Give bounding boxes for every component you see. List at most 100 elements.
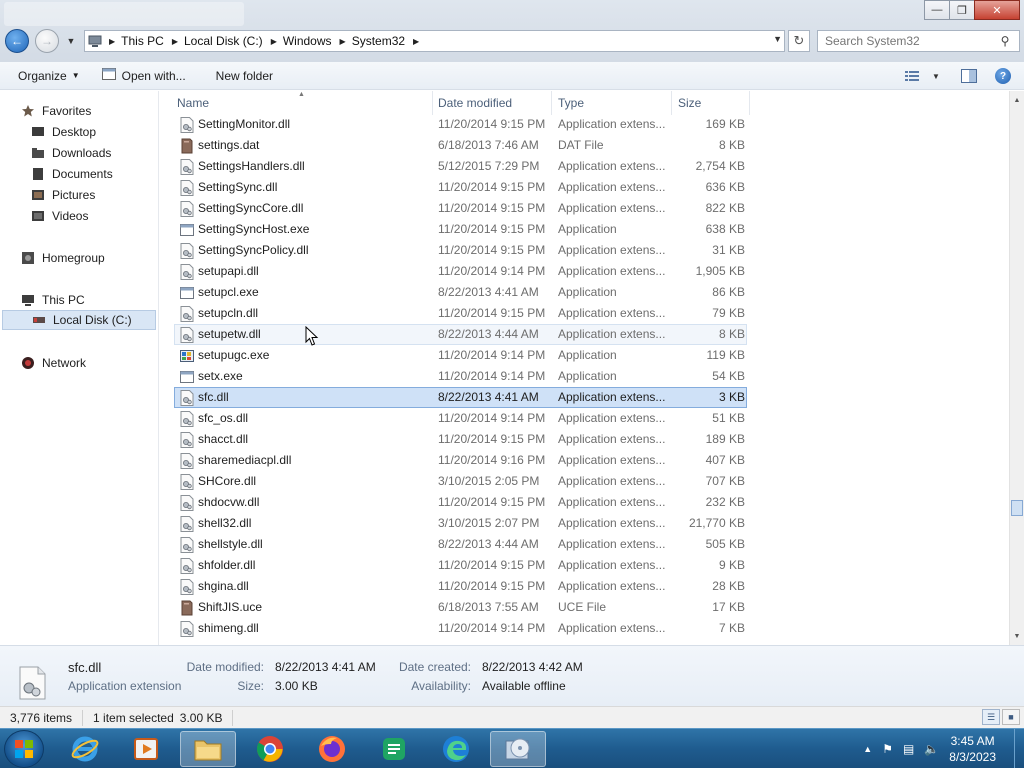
breadcrumb-system32[interactable]: ▶ System32 <box>336 31 410 51</box>
search-box[interactable]: ⚲ <box>817 30 1020 52</box>
scroll-up-icon[interactable]: ▲ <box>1010 93 1024 107</box>
view-toggle: ☰ ■ <box>980 709 1020 725</box>
table-row[interactable]: sfc_os.dll 11/20/2014 9:14 PM Application … <box>174 408 747 429</box>
scroll-down-icon[interactable]: ▼ <box>1010 629 1024 643</box>
dll-file-icon <box>180 432 194 448</box>
breadcrumb-windows[interactable]: ▶ Windows <box>267 31 336 51</box>
taskbar-chrome[interactable] <box>242 731 298 767</box>
maximize-button[interactable]: ❐ <box>949 0 975 20</box>
nav-this-pc[interactable]: This PC <box>20 290 85 310</box>
taskbar-firefox[interactable] <box>304 731 360 767</box>
minimize-button[interactable]: — <box>924 0 950 20</box>
table-row[interactable]: shgina.dll 11/20/2014 9:15 PM Application … <box>174 576 747 597</box>
table-row[interactable]: SettingMonitor.dll 11/20/2014 9:15 PM Appl… <box>174 114 747 135</box>
nav-network[interactable]: Network <box>20 353 86 373</box>
table-row[interactable]: setupapi.dll 11/20/2014 9:14 PM Applicatio… <box>174 261 747 282</box>
nav-homegroup[interactable]: Homegroup <box>20 248 105 268</box>
nav-favorites[interactable]: Favorites <box>20 101 91 121</box>
drive-icon <box>31 313 47 327</box>
close-button[interactable]: ✕ <box>974 0 1020 20</box>
chevron-down-icon: ▼ <box>932 71 940 81</box>
show-desktop-button[interactable] <box>1014 729 1024 768</box>
nav-local-disk[interactable]: Local Disk (C:) <box>2 310 156 330</box>
nav-label: This PC <box>42 293 85 307</box>
clock[interactable]: 3:45 AM 8/3/2023 <box>949 733 996 765</box>
table-row[interactable]: shimeng.dll 11/20/2014 9:14 PM Application… <box>174 618 747 639</box>
table-row[interactable]: sfc.dll 8/22/2013 4:41 AM Application exte… <box>174 387 747 408</box>
file-type: Application extens... <box>558 579 666 593</box>
change-view-button[interactable] <box>898 64 928 88</box>
preview-pane-button[interactable] <box>954 64 984 88</box>
new-folder-button[interactable]: New folder <box>194 63 281 89</box>
column-header-type[interactable]: Type <box>552 91 672 115</box>
open-with-button[interactable]: Open with... <box>88 63 194 89</box>
dll-file-icon <box>180 411 194 427</box>
table-row[interactable]: settings.dat 6/18/2013 7:46 AM DAT File 8 K… <box>174 135 747 156</box>
file-date-modified: 6/18/2013 7:46 AM <box>438 138 539 152</box>
table-row[interactable]: SHCore.dll 3/10/2015 2:05 PM Application e… <box>174 471 747 492</box>
taskbar-internet-explorer[interactable] <box>57 731 113 767</box>
column-header-size[interactable]: Size <box>672 91 750 115</box>
details-view-button[interactable]: ☰ <box>982 709 1000 725</box>
table-row[interactable]: shacct.dll 11/20/2014 9:15 PM Application … <box>174 429 747 450</box>
table-row[interactable]: setupetw.dll 8/22/2013 4:44 AM Application… <box>174 324 747 345</box>
help-button[interactable]: ? <box>988 64 1018 88</box>
organize-menu[interactable]: Organize ▼ <box>0 63 88 89</box>
nav-downloads[interactable]: Downloads <box>30 143 111 163</box>
search-icon[interactable]: ⚲ <box>994 34 1016 48</box>
view-options-dropdown[interactable]: ▼ <box>928 64 944 88</box>
network-status-icon[interactable]: ▤ <box>903 742 914 756</box>
taskbar-media-player[interactable] <box>118 731 174 767</box>
column-headers: Name ▲ Date modified Type Size <box>160 91 1009 115</box>
breadcrumb-local-disk[interactable]: ▶ Local Disk (C:) <box>168 31 267 51</box>
nav-desktop[interactable]: Desktop <box>30 122 96 142</box>
file-date-modified: 11/20/2014 9:14 PM <box>438 621 546 635</box>
table-row[interactable]: SettingSyncCore.dll 11/20/2014 9:15 PM App… <box>174 198 747 219</box>
table-row[interactable]: SettingSync.dll 11/20/2014 9:15 PM Applica… <box>174 177 747 198</box>
back-button[interactable]: ← <box>5 29 29 53</box>
nav-documents[interactable]: Documents <box>30 164 113 184</box>
file-size: 232 KB <box>705 495 745 509</box>
table-row[interactable]: shfolder.dll 11/20/2014 9:15 PM Applicatio… <box>174 555 747 576</box>
status-bar: 3,776 items 1 item selected 3.00 KB ☰ ■ <box>0 706 1024 728</box>
breadcrumb-this-pc[interactable]: ▶ This PC <box>105 31 168 51</box>
table-row[interactable]: sharemediacpl.dll 11/20/2014 9:16 PM Appli… <box>174 450 747 471</box>
table-row[interactable]: shellstyle.dll 8/22/2013 4:44 AM Applicati… <box>174 534 747 555</box>
address-bar[interactable]: ▶ This PC ▶ Local Disk (C:) ▶ Windows ▶ Syst… <box>84 30 785 52</box>
table-row[interactable]: setx.exe 11/20/2014 9:14 PM Application 54 … <box>174 366 747 387</box>
nav-label: Desktop <box>52 125 97 139</box>
column-header-date[interactable]: Date modified <box>432 91 552 115</box>
taskbar-disc-utility[interactable] <box>490 731 546 767</box>
taskbar-sheets[interactable] <box>366 731 422 767</box>
table-row[interactable]: SettingSyncPolicy.dll 11/20/2014 9:15 PM A… <box>174 240 747 261</box>
file-size: 189 KB <box>705 432 745 446</box>
refresh-button[interactable]: ↻ <box>788 30 810 52</box>
taskbar-file-explorer[interactable] <box>180 731 236 767</box>
start-button[interactable] <box>4 730 44 768</box>
table-row[interactable]: setupcln.dll 11/20/2014 9:15 PM Applicatio… <box>174 303 747 324</box>
taskbar-edge[interactable] <box>428 731 484 767</box>
table-row[interactable]: shell32.dll 3/10/2015 2:07 PM Application … <box>174 513 747 534</box>
table-row[interactable]: setupugc.exe 11/20/2014 9:14 PM Applicatio… <box>174 345 747 366</box>
recent-locations-button[interactable]: ▼ <box>64 33 78 49</box>
address-dropdown-icon[interactable]: ▼ <box>773 34 782 44</box>
breadcrumb-more[interactable]: ▶ <box>409 31 429 51</box>
table-row[interactable]: setupcl.exe 8/22/2013 4:41 AM Application 8… <box>174 282 747 303</box>
table-row[interactable]: SettingSyncHost.exe 11/20/2014 9:15 PM App… <box>174 219 747 240</box>
search-input[interactable] <box>818 32 994 50</box>
table-row[interactable]: shdocvw.dll 11/20/2014 9:15 PM Application… <box>174 492 747 513</box>
volume-icon[interactable]: 🔈 <box>924 742 939 756</box>
forward-button[interactable]: → <box>35 29 59 53</box>
nav-videos[interactable]: Videos <box>30 206 88 226</box>
file-name: shellstyle.dll <box>198 537 263 551</box>
flag-icon[interactable]: ⚑ <box>882 742 893 756</box>
table-row[interactable]: ShiftJIS.uce 6/18/2013 7:55 AM UCE File 17 … <box>174 597 747 618</box>
file-size: 54 KB <box>712 369 745 383</box>
application-icon <box>180 222 194 238</box>
show-hidden-icons-button[interactable]: ▲ <box>863 744 872 754</box>
large-icons-view-button[interactable]: ■ <box>1002 709 1020 725</box>
vertical-scrollbar[interactable]: ▲ ▼ <box>1009 91 1024 645</box>
nav-pictures[interactable]: Pictures <box>30 185 95 205</box>
scroll-thumb[interactable] <box>1011 500 1023 516</box>
table-row[interactable]: SettingsHandlers.dll 5/12/2015 7:29 PM App… <box>174 156 747 177</box>
